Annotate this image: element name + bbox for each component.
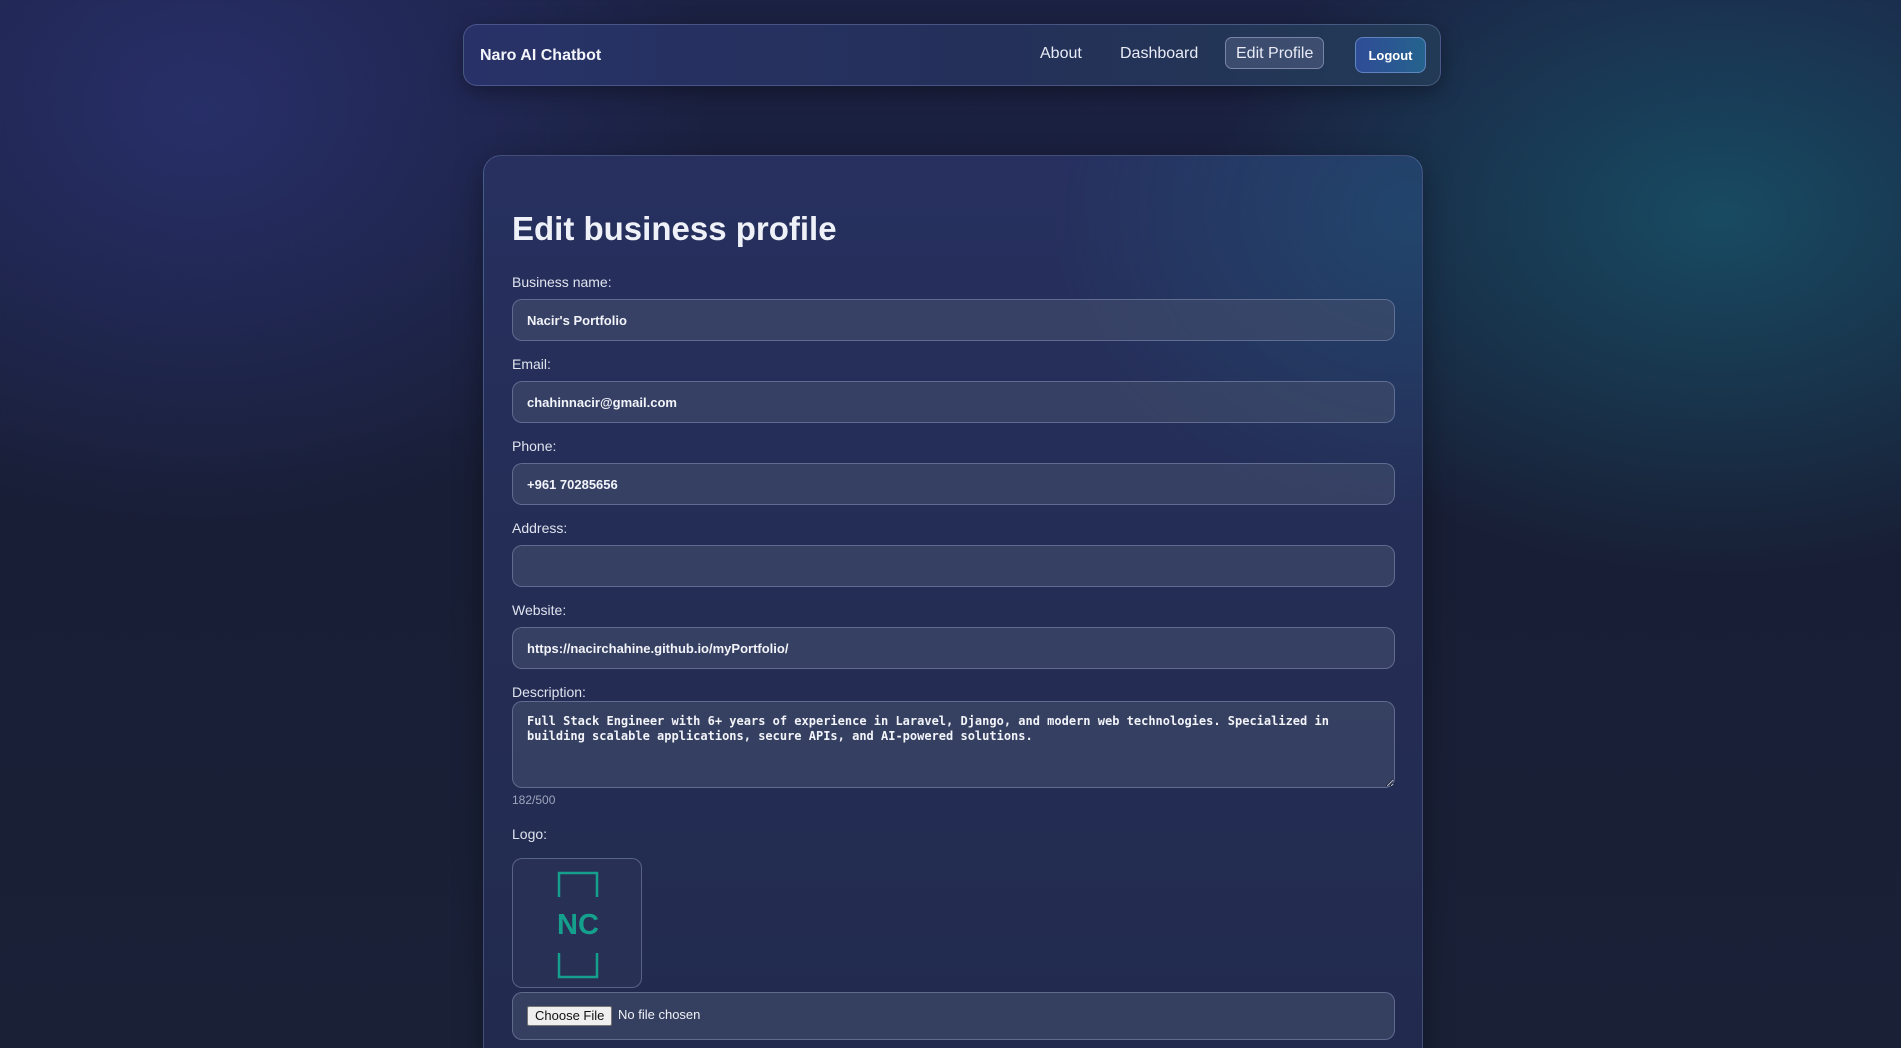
top-navbar: Naro AI Chatbot About Dashboard Edit Pro… xyxy=(463,24,1441,86)
page-title: Edit business profile xyxy=(512,210,837,247)
business-name-label: Business name: xyxy=(512,274,612,290)
logo-label: Logo: xyxy=(512,826,548,842)
description-label: Description: xyxy=(512,684,586,700)
address-label: Address: xyxy=(512,520,568,536)
email-label: Email: xyxy=(512,356,551,372)
phone-label: Phone: xyxy=(512,438,557,454)
logout-button[interactable]: Logout xyxy=(1355,37,1426,73)
edit-profile-card: Edit business profile Business name: Ema… xyxy=(483,155,1423,1048)
nav-link-dashboard[interactable]: Dashboard xyxy=(1120,45,1198,63)
website-input[interactable] xyxy=(512,627,1395,669)
description-textarea[interactable]: Full Stack Engineer with 6+ years of exp… xyxy=(512,701,1395,788)
logo-file-input[interactable]: Choose File No file chosen xyxy=(512,992,1395,1040)
phone-input[interactable] xyxy=(512,463,1395,505)
logo-monogram: NC xyxy=(557,909,599,941)
brand-name[interactable]: Naro AI Chatbot xyxy=(480,47,601,65)
email-input[interactable] xyxy=(512,381,1395,423)
business-name-input[interactable] xyxy=(512,299,1395,341)
address-input[interactable] xyxy=(512,545,1395,587)
description-char-count: 182/500 xyxy=(512,793,556,807)
nc-logo-image: NC xyxy=(557,871,599,979)
logo-preview: NC xyxy=(512,858,642,988)
nav-link-about[interactable]: About xyxy=(1040,45,1082,63)
choose-file-button[interactable]: Choose File xyxy=(527,1006,613,1026)
website-label: Website: xyxy=(512,602,567,618)
nav-link-edit-profile[interactable]: Edit Profile xyxy=(1225,37,1325,69)
file-status-text: No file chosen xyxy=(618,1007,701,1022)
